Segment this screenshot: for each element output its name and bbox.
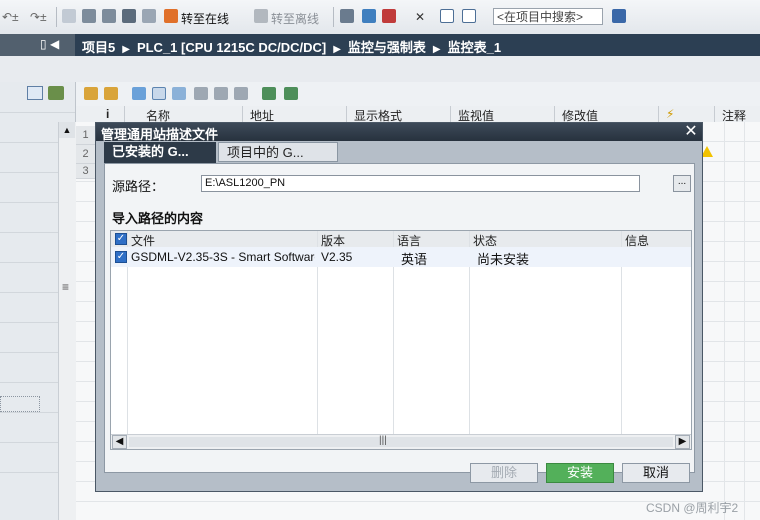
row-number[interactable]: 1 [76,126,95,145]
gsd-table-header: ✓ 文件 版本 语言 状态 信息 [111,231,691,248]
undo-icon[interactable]: ↶± [2,10,19,24]
column-divider [124,106,125,122]
unforce-icon[interactable] [214,87,228,100]
dialog-button-row: 删除 安装 取消 [96,463,702,487]
breadcrumb-watch-table-1[interactable]: 监控表_1 [448,40,501,55]
watermark: CSDN @周利宇2 [646,501,739,515]
row-checkbox[interactable]: ✓ [115,251,127,263]
column-divider [744,122,745,520]
scroll-up-icon[interactable]: ▲ [59,122,75,138]
manage-gsd-dialog: 管理通用站描述文件 ✕ 已安装的 G... 项目中的 G... 源路径： E:\… [95,122,703,492]
export-icon[interactable] [48,86,64,100]
go-online-button[interactable]: 转至在线 [181,10,229,27]
start-cpu-icon[interactable] [142,9,156,23]
breadcrumb-plc[interactable]: PLC_1 [CPU 1215C DC/DC/DC] [137,40,326,55]
tab-project-gsd[interactable]: 项目中的 G... [218,142,338,162]
search-icon[interactable] [612,9,626,23]
go-online-icon[interactable] [164,9,178,23]
select-all-checkbox[interactable]: ✓ [115,233,127,245]
redo-icon[interactable]: ↷± [30,10,47,24]
close-icon[interactable]: ✕ [683,123,699,141]
source-path-label: 源路径： [112,179,165,194]
toolbar-divider [56,7,57,27]
force-icon[interactable] [194,87,208,100]
dialog-title: 管理通用站描述文件 [101,127,219,142]
accessible-devices-icon[interactable] [340,9,354,23]
file-name: GSDML-V2.35-3S - Smart Software [131,250,315,264]
file-version: V2.35 [321,250,353,264]
project-search-input[interactable]: <在项目中搜索> [493,8,603,25]
column-divider [724,122,725,520]
show-force-icon[interactable] [262,87,276,100]
upload-icon[interactable] [102,9,116,23]
editor-subbar [0,56,760,83]
cross-reference-icon[interactable] [362,9,376,23]
delete-button[interactable]: 删除 [470,463,538,483]
import-path-content-heading: 导入路径的内容 [112,211,204,226]
column-divider [242,106,243,122]
breadcrumb-bar: ▯ ◀ 项目5 ▶ PLC_1 [CPU 1215C DC/DC/DC] ▶ 监控与强制… [0,34,760,56]
go-offline-button[interactable]: 转至离线 [271,10,319,27]
download-icon[interactable] [82,9,96,23]
watch-table-toolbar [76,82,760,107]
lightning-icon: ⚡ [666,107,675,121]
horizontal-scrollbar[interactable]: ◀ ||| ▶ [111,434,691,449]
chevron-right-icon: ▶ [122,44,130,55]
table-view-icon[interactable] [27,86,43,100]
selection-marker [0,396,40,412]
browse-button[interactable]: ... [673,175,691,192]
source-path-input[interactable]: E:\ASL1200_PN [201,175,640,192]
install-button[interactable]: 安装 [546,463,614,483]
watch-table-header: i 名称 地址 显示格式 监视值 修改值 ⚡ 注释 [76,106,760,123]
monitor-once-icon[interactable] [172,87,186,100]
split-horizontal-icon[interactable] [440,9,454,23]
row-number[interactable]: 2 [76,145,95,164]
modify-now-icon[interactable] [132,87,146,100]
pane-toggle-icon[interactable]: ▯ ◀ [40,37,59,51]
toolbar-divider [333,7,334,27]
scrollbar-thumb[interactable] [129,437,673,447]
insert-row-icon[interactable] [84,87,98,100]
vertical-scrollbar[interactable]: ▲ [58,122,76,520]
dialog-title-bar[interactable]: 管理通用站描述文件 ✕ [96,123,702,142]
panel-collapse-area[interactable]: ▯ ◀ [0,34,75,56]
hide-force-icon[interactable] [284,87,298,100]
close-icon[interactable]: ✕ [415,10,425,24]
scroll-left-icon[interactable]: ◀ [112,435,127,449]
file-status: 尚未安装 [477,252,530,267]
table-row[interactable]: ✓ GSDML-V2.35-3S - Smart Software V2.35 … [111,247,691,267]
simulation-icon[interactable] [122,9,136,23]
row-number[interactable]: 3 [76,164,95,179]
file-language: 英语 [401,252,428,267]
tab-installed-gsd[interactable]: 已安装的 G... [104,142,216,163]
chevron-right-icon: ▶ [432,44,441,55]
stop-cpu-icon[interactable] [382,9,396,23]
scroll-grip-icon: ||| [379,435,387,446]
go-offline-icon[interactable] [254,9,268,23]
splitter-grip-icon[interactable]: ≡ [62,280,69,294]
column-divider [714,106,715,122]
force-all-icon[interactable] [234,87,248,100]
cancel-button[interactable]: 取消 [622,463,690,483]
scroll-right-icon[interactable]: ▶ [675,435,690,449]
column-divider [658,106,659,122]
chevron-right-icon: ▶ [333,44,341,55]
main-toolbar: ↶± ↷± 转至在线 转至离线 ✕ <在项目中搜索> [0,0,760,35]
column-divider [346,106,347,122]
column-divider [554,106,555,122]
row-divider [0,112,75,113]
dialog-body: 源路径： E:\ASL1200_PN ... 导入路径的内容 ✓ 文件 版本 语… [104,163,695,473]
gsd-file-table: ✓ 文件 版本 语言 状态 信息 ✓ GSDML-V2.35-3S - Smar… [110,230,692,450]
compile-icon[interactable] [62,9,76,23]
breadcrumb-watch-tables[interactable]: 监控与强制表 [348,40,426,55]
breadcrumb: 项目5 ▶ PLC_1 [CPU 1215C DC/DC/DC] ▶ 监控与强制表 ▶ 监控… [82,37,501,56]
monitor-all-icon[interactable] [152,87,166,100]
col-info[interactable]: i [106,107,109,121]
column-divider [450,106,451,122]
add-row-icon[interactable] [104,87,118,100]
breadcrumb-project[interactable]: 项目5 [82,40,115,55]
split-vertical-icon[interactable] [462,9,476,23]
